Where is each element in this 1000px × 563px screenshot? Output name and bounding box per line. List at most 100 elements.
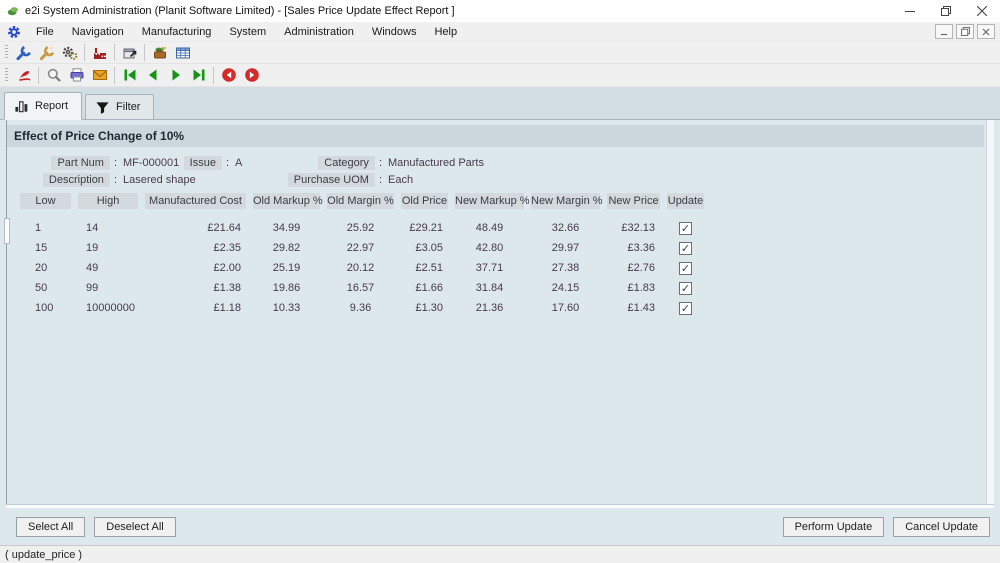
column-header-old-price: Old Price [401, 193, 448, 209]
email-icon[interactable] [88, 65, 111, 85]
perform-update-button[interactable]: Perform Update [783, 517, 885, 537]
cell-new-markup: 48.49 [455, 222, 524, 234]
cell-old-price: £3.05 [401, 242, 448, 254]
update-checkbox[interactable]: ✓ [679, 222, 692, 235]
minimize-icon[interactable] [892, 0, 928, 22]
grid-icon[interactable] [171, 43, 194, 63]
column-header-low: Low [20, 193, 71, 209]
restore-icon[interactable] [928, 0, 964, 22]
report-toolbar [0, 64, 1000, 87]
nav-first-icon[interactable] [118, 65, 141, 85]
mdi-restore-icon[interactable] [956, 24, 974, 39]
menu-item-help[interactable]: Help [425, 26, 466, 38]
update-checkbox[interactable]: ✓ [679, 282, 692, 295]
cell-manufactured-cost: £2.35 [145, 242, 246, 254]
cell-new-margin: 27.38 [531, 262, 600, 274]
cancel-update-button[interactable]: Cancel Update [893, 517, 990, 537]
cell-old-margin: 16.57 [327, 282, 394, 294]
tab-report[interactable]: Report [4, 92, 82, 120]
factory-icon[interactable] [88, 43, 111, 63]
cell-new-markup: 42.80 [455, 242, 524, 254]
menu-item-manufacturing[interactable]: Manufacturing [133, 26, 221, 38]
tab-filter[interactable]: Filter [85, 94, 154, 119]
menu-item-file[interactable]: File [27, 26, 63, 38]
update-checkbox[interactable]: ✓ [679, 262, 692, 275]
main-toolbar [0, 42, 1000, 64]
part-num-value: MF-000001 [117, 157, 187, 169]
gears-icon[interactable] [58, 43, 81, 63]
cell-old-markup: 10.33 [253, 302, 320, 314]
column-header-old-markup: Old Markup % [253, 193, 320, 209]
forward-icon[interactable] [240, 65, 263, 85]
toolbox-icon[interactable] [148, 43, 171, 63]
menu-bar: FileNavigationManufacturingSystemAdminis… [0, 22, 1000, 42]
report-fields: Part Num: MF-000001 Issue: A Category: M… [7, 156, 994, 187]
splitter-handle[interactable] [4, 218, 10, 244]
menu-item-system[interactable]: System [220, 26, 275, 38]
column-header-update: Update [667, 193, 704, 209]
cell-update: ✓ [667, 242, 704, 255]
toolbar-separator [114, 67, 115, 84]
close-icon[interactable] [964, 0, 1000, 22]
cell-low: 50 [20, 282, 71, 294]
cell-update: ✓ [667, 262, 704, 275]
scrollbar-track[interactable] [986, 120, 994, 504]
tab-strip: Report Filter [0, 87, 1000, 120]
menu-item-windows[interactable]: Windows [363, 26, 426, 38]
cell-old-margin: 9.36 [327, 302, 394, 314]
cell-high: 14 [78, 222, 138, 234]
mdi-close-icon[interactable] [977, 24, 995, 39]
cell-update: ✓ [667, 222, 704, 235]
menu-items: FileNavigationManufacturingSystemAdminis… [27, 26, 466, 38]
cell-low: 100 [20, 302, 71, 314]
cell-old-price: £1.66 [401, 282, 448, 294]
purchase-uom-label: Purchase UOM [288, 173, 375, 187]
cell-new-price: £1.43 [607, 302, 660, 314]
application-window: e2i System Administration (Planit Softwa… [0, 0, 1000, 563]
cell-high: 49 [78, 262, 138, 274]
cell-manufactured-cost: £21.64 [145, 222, 246, 234]
preview-icon[interactable] [42, 65, 65, 85]
cell-old-markup: 19.86 [253, 282, 320, 294]
nav-next-icon[interactable] [164, 65, 187, 85]
nav-prev-icon[interactable] [141, 65, 164, 85]
update-checkbox[interactable]: ✓ [679, 242, 692, 255]
properties-icon[interactable] [118, 43, 141, 63]
report-page: Effect of Price Change of 10% Part Num: … [0, 120, 1000, 545]
cell-update: ✓ [667, 302, 704, 315]
column-header-new-price: New Price [607, 193, 660, 209]
report-table-body: 114£21.6434.9925.92£29.2148.4932.66£32.1… [7, 218, 994, 318]
pdf-icon[interactable] [12, 65, 35, 85]
cell-manufactured-cost: £2.00 [145, 262, 246, 274]
cell-old-price: £2.51 [401, 262, 448, 274]
window-title: e2i System Administration (Planit Softwa… [25, 5, 455, 17]
tab-label: Report [35, 100, 68, 112]
cell-low: 20 [20, 262, 71, 274]
cell-new-markup: 21.36 [455, 302, 524, 314]
status-bar: ( update_price ) [0, 545, 1000, 563]
category-value: Manufactured Parts [382, 157, 994, 169]
gear-icon[interactable] [7, 25, 21, 39]
menu-item-navigation[interactable]: Navigation [63, 26, 133, 38]
update-checkbox[interactable]: ✓ [679, 302, 692, 315]
bar-chart-icon [14, 99, 29, 114]
toolbar-grip[interactable] [5, 68, 8, 83]
funnel-icon [95, 100, 110, 115]
back-icon[interactable] [217, 65, 240, 85]
cell-manufactured-cost: £1.38 [145, 282, 246, 294]
cell-old-margin: 22.97 [327, 242, 394, 254]
select-all-button[interactable]: Select All [16, 517, 85, 537]
wrench-blue-icon[interactable] [12, 43, 35, 63]
wrench-tan-icon[interactable] [35, 43, 58, 63]
print-icon[interactable] [65, 65, 88, 85]
nav-last-icon[interactable] [187, 65, 210, 85]
cell-old-markup: 29.82 [253, 242, 320, 254]
cell-new-price: £3.36 [607, 242, 660, 254]
toolbar-separator [144, 44, 145, 61]
mdi-minimize-icon[interactable] [935, 24, 953, 39]
menu-item-administration[interactable]: Administration [275, 26, 363, 38]
toolbar-grip[interactable] [5, 45, 8, 60]
deselect-all-button[interactable]: Deselect All [94, 517, 175, 537]
app-icon [6, 4, 20, 18]
mdi-window-controls [932, 24, 995, 39]
